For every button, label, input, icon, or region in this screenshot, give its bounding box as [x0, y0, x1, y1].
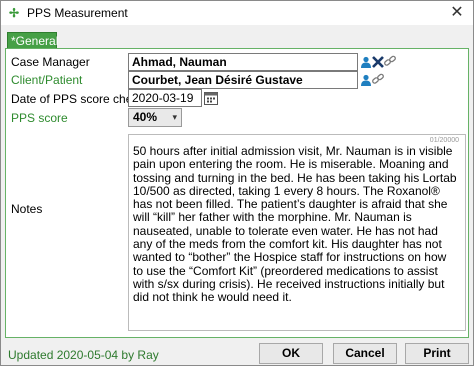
link-icon[interactable]	[372, 73, 384, 85]
pps-score-label: PPS score	[11, 111, 68, 125]
date-check-field[interactable]: 2020-03-19	[128, 89, 202, 107]
link-icon[interactable]	[384, 55, 396, 67]
case-manager-label: Case Manager	[11, 55, 90, 69]
print-button[interactable]: Print	[405, 343, 469, 364]
notes-label: Notes	[11, 202, 43, 216]
client-patient-label: Client/Patient	[11, 73, 83, 87]
window-title: PPS Measurement	[27, 6, 128, 20]
pps-score-value: 40%	[133, 110, 158, 124]
client-patient-field[interactable]: Courbet, Jean Désiré Gustave	[128, 71, 358, 89]
person-lookup-icon[interactable]	[360, 56, 372, 68]
updated-status-text: Updated 2020-05-04 by Ray	[8, 348, 159, 362]
title-bar[interactable]: ✢ PPS Measurement ✕	[1, 1, 473, 25]
clear-x-icon[interactable]	[372, 56, 384, 68]
notes-char-counter: 01/20000	[429, 137, 459, 144]
tab-general[interactable]: *General	[7, 32, 58, 49]
chevron-down-icon: ▾	[172, 112, 177, 122]
calendar-icon[interactable]	[204, 91, 218, 105]
case-manager-field[interactable]: Ahmad, Nauman	[128, 53, 358, 71]
pps-score-select[interactable]: 40% ▾	[128, 108, 182, 127]
notes-text: 50 hours after initial admission visit, …	[133, 144, 457, 305]
notes-textarea[interactable]: 01/20000 50 hours after initial admissio…	[128, 134, 466, 331]
pps-measurement-window: ✢ PPS Measurement ✕ *General Case Manage…	[0, 0, 474, 366]
person-lookup-icon[interactable]	[360, 74, 372, 86]
date-check-label: Date of PPS score check	[11, 92, 145, 106]
general-panel: Case Manager Ahmad, Nauman Client/Patien…	[5, 48, 469, 338]
cancel-button[interactable]: Cancel	[333, 343, 397, 364]
close-button[interactable]: ✕	[449, 5, 465, 21]
ok-button[interactable]: OK	[259, 343, 323, 364]
app-logo-icon: ✢	[8, 6, 20, 20]
